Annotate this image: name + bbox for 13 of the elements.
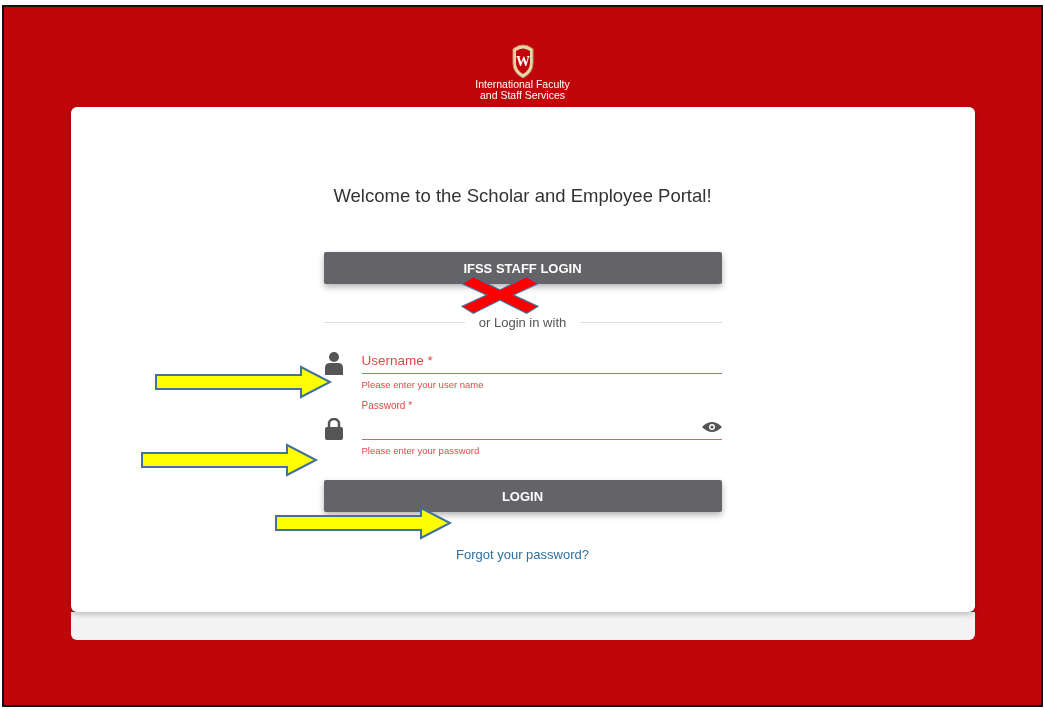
person-icon xyxy=(324,351,343,375)
forgot-password-link[interactable]: Forgot your password? xyxy=(456,547,589,562)
login-button[interactable]: LOGIN xyxy=(323,480,722,512)
eye-icon[interactable] xyxy=(701,421,722,433)
error-message: Please enter your password xyxy=(361,445,481,456)
lock-icon xyxy=(324,418,343,440)
welcome-title: Welcome to the Scholar and Employee Portal! xyxy=(333,185,712,207)
organization-name: International Faculty and Staff Services xyxy=(475,79,570,101)
crest-logo: W xyxy=(509,43,536,79)
error-message: Please enter your user name xyxy=(361,379,485,390)
staff-login-button[interactable]: IFSS STAFF LOGIN xyxy=(323,252,722,284)
divider-text: or Login in with xyxy=(478,315,567,330)
username-field[interactable]: Username * xyxy=(361,351,722,374)
